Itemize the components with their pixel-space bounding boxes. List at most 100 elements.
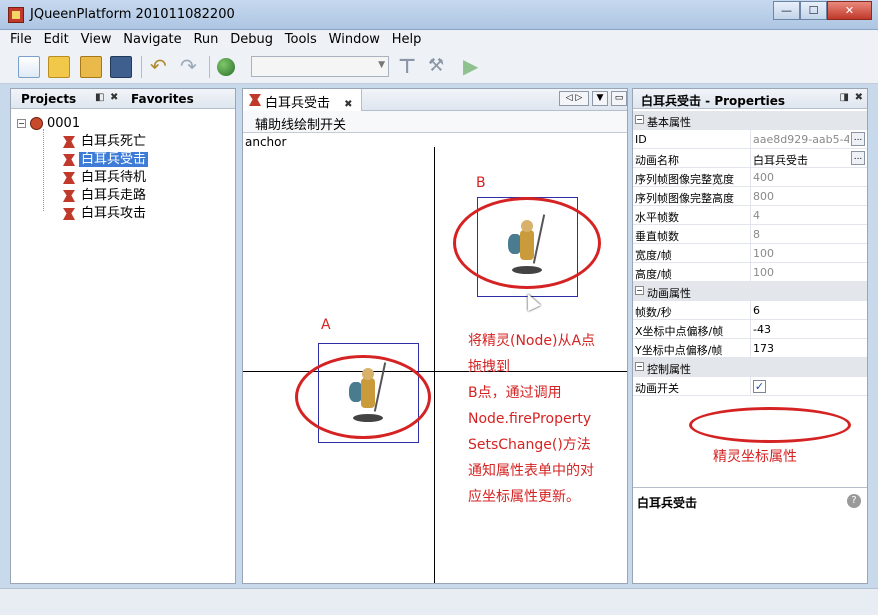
property-row-x-offset[interactable]: X坐标中点偏移/帧 -43 bbox=[633, 320, 867, 339]
property-sheet: − 基本属性 ID aae8d929-aab5-4... ... 动画名称 白耳… bbox=[633, 111, 867, 396]
close-button[interactable]: ✕ bbox=[827, 1, 872, 20]
category-label: 动画属性 bbox=[647, 287, 691, 300]
category-animation[interactable]: − 动画属性 bbox=[633, 282, 867, 301]
coords-annotation: 精灵坐标属性 bbox=[713, 449, 797, 465]
tab-scroll-arrows[interactable]: ◁ ▷ bbox=[559, 91, 589, 106]
property-row[interactable]: 帧数/秒 6 bbox=[633, 301, 867, 320]
maximize-editor-icon[interactable]: ▭ bbox=[611, 91, 627, 106]
properties-header: 白耳兵受击 - Properties ◨ ✖ bbox=[633, 89, 867, 109]
tree-item[interactable]: 白耳兵待机 bbox=[17, 169, 148, 187]
status-bar bbox=[0, 588, 878, 615]
menu-file[interactable]: File bbox=[0, 30, 36, 50]
property-value[interactable]: 173 bbox=[753, 342, 849, 355]
property-row[interactable]: 垂直帧数 8 bbox=[633, 225, 867, 244]
tree-item-selected[interactable]: 白耳兵受击 bbox=[17, 151, 149, 169]
main-toolbar: ↶ ↷ ⊤ ⚒ ▶ bbox=[0, 50, 878, 84]
ellipsis-button[interactable]: ... bbox=[851, 151, 865, 165]
menu-debug[interactable]: Debug bbox=[226, 30, 277, 50]
tree-item-label: 白耳兵攻击 bbox=[81, 206, 147, 221]
tree-item[interactable]: 白耳兵攻击 bbox=[17, 205, 148, 223]
minimize-panel-icon[interactable]: ◨ bbox=[840, 92, 849, 103]
minimize-panel-icon[interactable]: ◧ bbox=[95, 92, 104, 103]
animation-switch-checkbox[interactable]: ✓ bbox=[753, 380, 766, 393]
window-title: JQueenPlatform 201011082200 bbox=[30, 7, 235, 22]
redo-icon[interactable]: ↷ bbox=[180, 56, 202, 78]
new-file-icon[interactable] bbox=[18, 56, 40, 78]
ellipsis-button[interactable]: ... bbox=[851, 132, 865, 146]
build-icon[interactable]: ⊤ bbox=[398, 56, 420, 78]
chevron-down-icon[interactable]: ▼ bbox=[592, 91, 608, 106]
property-name: Y坐标中点偏移/帧 bbox=[635, 344, 723, 357]
property-row[interactable]: 动画名称 白耳兵受击 ... bbox=[633, 149, 867, 168]
property-value[interactable]: 6 bbox=[753, 304, 849, 317]
menu-navigate[interactable]: Navigate bbox=[119, 30, 185, 50]
close-icon[interactable]: ✖ bbox=[110, 92, 118, 103]
property-row[interactable]: 水平帧数 4 bbox=[633, 206, 867, 225]
tree-root[interactable]: − 0001 bbox=[17, 115, 148, 133]
minimize-button[interactable]: — bbox=[773, 1, 800, 20]
close-icon[interactable]: ✖ bbox=[855, 92, 863, 103]
category-control[interactable]: − 控制属性 bbox=[633, 358, 867, 377]
collapse-icon[interactable]: − bbox=[635, 286, 644, 295]
annotation-line: Node.fireProperty bbox=[468, 411, 592, 427]
open-project-icon[interactable] bbox=[80, 56, 102, 78]
property-row-y-offset[interactable]: Y坐标中点偏移/帧 173 bbox=[633, 339, 867, 358]
app-icon bbox=[8, 7, 24, 23]
animation-node-icon bbox=[249, 94, 261, 106]
new-project-icon[interactable] bbox=[48, 56, 70, 78]
save-all-icon[interactable] bbox=[110, 56, 132, 78]
help-icon[interactable]: ? bbox=[847, 494, 861, 508]
annotation-line: B点，通过调用 bbox=[468, 385, 562, 401]
tree-item[interactable]: 白耳兵死亡 bbox=[17, 133, 148, 151]
property-row[interactable]: ID aae8d929-aab5-4... ... bbox=[633, 130, 867, 149]
tree-item[interactable]: 白耳兵走路 bbox=[17, 187, 148, 205]
property-name: 动画开关 bbox=[635, 382, 679, 395]
help-title: 白耳兵受击 bbox=[637, 496, 698, 510]
property-row[interactable]: 高度/帧 100 bbox=[633, 263, 867, 282]
property-value: 100 bbox=[753, 266, 774, 279]
run-icon[interactable]: ▶ bbox=[463, 56, 485, 78]
undo-icon[interactable]: ↶ bbox=[150, 56, 172, 78]
menu-view[interactable]: View bbox=[77, 30, 116, 50]
close-icon[interactable]: ✖ bbox=[344, 99, 352, 110]
animation-node-icon bbox=[63, 154, 75, 166]
tab-favorites[interactable]: Favorites bbox=[131, 92, 194, 106]
property-value[interactable]: 白耳兵受击 bbox=[753, 152, 849, 168]
property-row[interactable]: 序列帧图像完整宽度 400 bbox=[633, 168, 867, 187]
tree-item-label: 白耳兵死亡 bbox=[81, 134, 147, 149]
property-value[interactable]: -43 bbox=[753, 323, 849, 336]
clean-build-icon[interactable]: ⚒ bbox=[428, 56, 450, 78]
property-name: X坐标中点偏移/帧 bbox=[635, 325, 724, 338]
property-row[interactable]: 动画开关 ✓ bbox=[633, 377, 867, 396]
collapse-icon[interactable]: − bbox=[17, 119, 26, 128]
property-value: 400 bbox=[753, 171, 774, 184]
property-value: 100 bbox=[753, 247, 774, 260]
menu-window[interactable]: Window bbox=[325, 30, 384, 50]
tab-editor-document[interactable]: 白耳兵受击 ✖ bbox=[243, 89, 362, 111]
annotation-line: 拖拽到 bbox=[468, 359, 510, 375]
maximize-button[interactable]: ☐ bbox=[800, 1, 827, 20]
project-tree: − 0001 白耳兵死亡 白耳兵受击 白耳兵待机 白耳兵走路 白耳兵攻击 bbox=[17, 115, 149, 223]
property-value: 800 bbox=[753, 190, 774, 203]
annotation-line: SetsChange()方法 bbox=[468, 437, 591, 453]
property-row[interactable]: 序列帧图像完整高度 800 bbox=[633, 187, 867, 206]
properties-panel: 白耳兵受击 - Properties ◨ ✖ − 基本属性 ID aae8d92… bbox=[632, 88, 868, 584]
menu-tools[interactable]: Tools bbox=[281, 30, 321, 50]
config-combo[interactable]: ▼ bbox=[251, 56, 389, 77]
property-row[interactable]: 宽度/帧 100 bbox=[633, 244, 867, 263]
collapse-icon[interactable]: − bbox=[635, 115, 644, 124]
menu-run[interactable]: Run bbox=[189, 30, 222, 50]
menu-edit[interactable]: Edit bbox=[40, 30, 73, 50]
tab-projects[interactable]: Projects bbox=[21, 92, 76, 106]
property-value: 4 bbox=[753, 209, 760, 222]
property-name: 帧数/秒 bbox=[635, 306, 672, 319]
guide-lines-toggle-button[interactable]: 辅助线绘制开关 bbox=[255, 114, 346, 133]
chevron-down-icon: ▼ bbox=[378, 60, 385, 70]
toolbar-separator bbox=[141, 56, 142, 78]
collapse-icon[interactable]: − bbox=[635, 362, 644, 371]
sprite-canvas[interactable]: anchor A B 将精灵(Node)从A点 拖拽到 B点，通过调用 Node… bbox=[243, 133, 627, 583]
project-icon bbox=[30, 117, 43, 130]
menu-help[interactable]: Help bbox=[388, 30, 426, 50]
category-basic[interactable]: − 基本属性 bbox=[633, 111, 867, 130]
globe-icon[interactable] bbox=[217, 58, 235, 76]
